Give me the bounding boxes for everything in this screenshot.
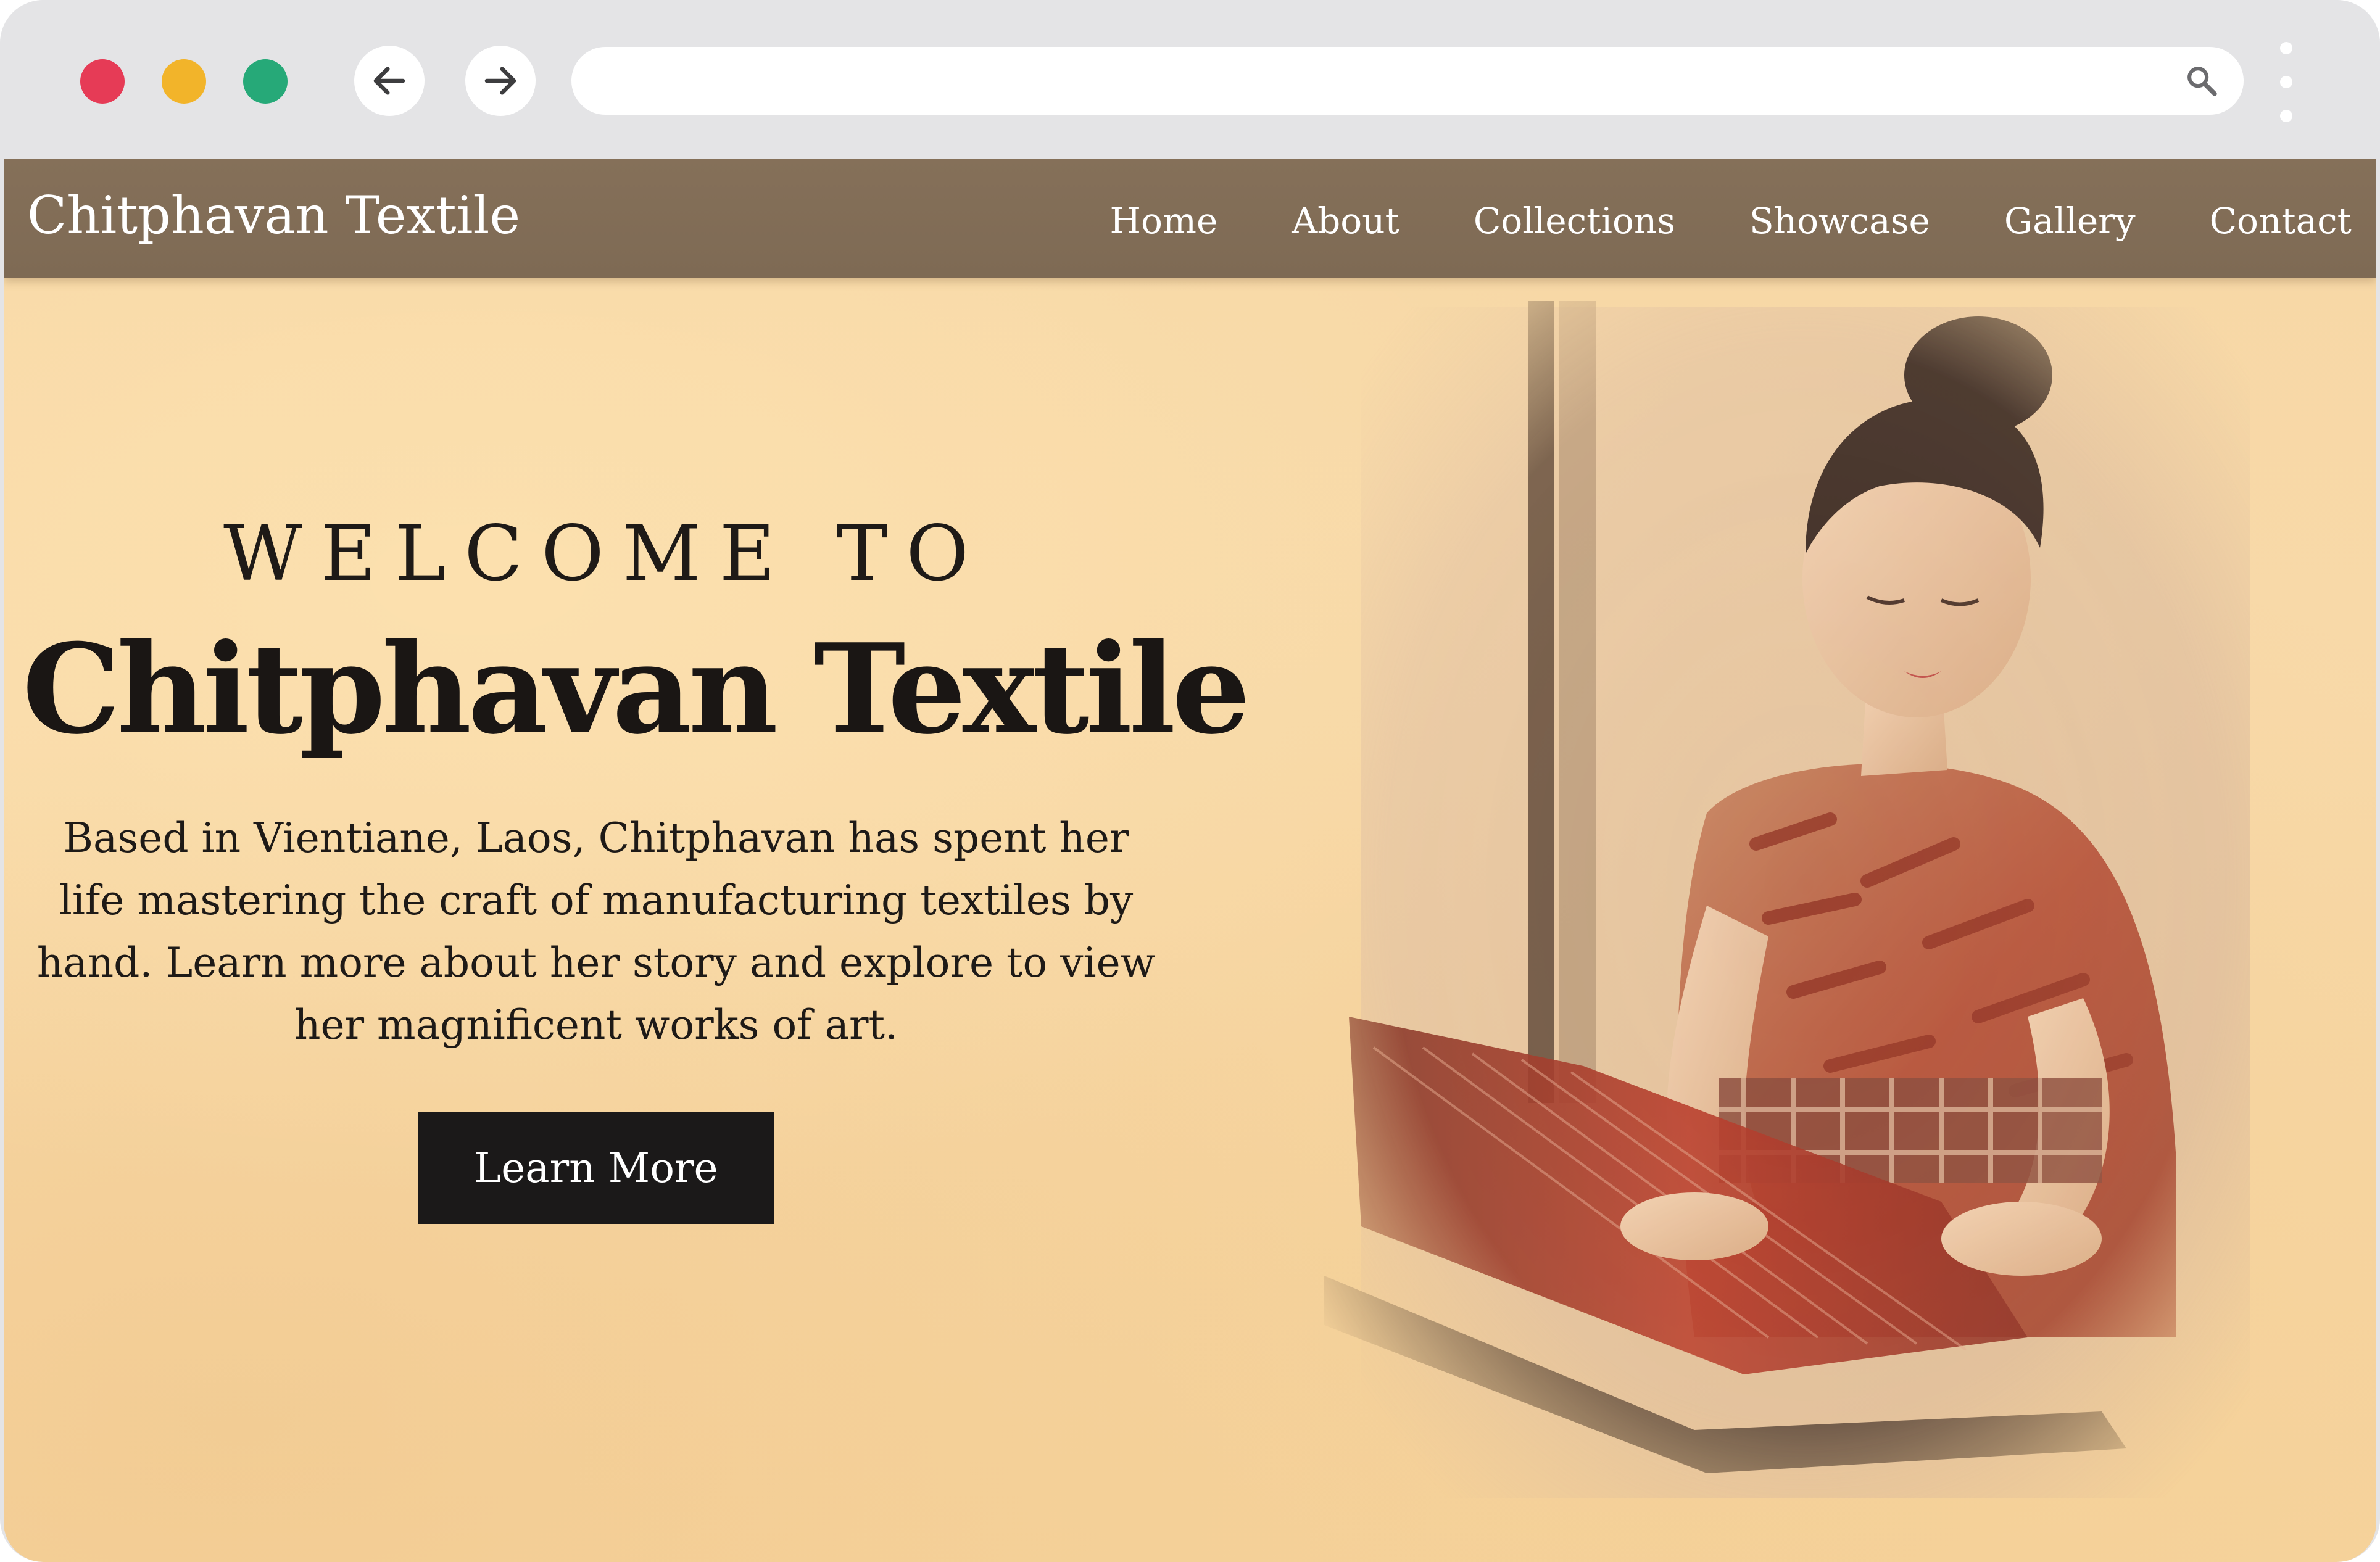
nav-collections[interactable]: Collections (1474, 196, 1675, 246)
nav-about[interactable]: About (1292, 196, 1399, 246)
hero-text: WELCOME TO Chitphavan Textile Based in V… (22, 505, 1251, 1224)
back-button[interactable] (354, 46, 425, 116)
kebab-menu-icon[interactable] (2277, 42, 2295, 122)
browser-toolbar (0, 0, 2380, 159)
page-viewport: Chitphavan Textile Home About Collection… (4, 159, 2376, 1562)
learn-more-button[interactable]: Learn More (418, 1112, 774, 1224)
nav-home[interactable]: Home (1109, 196, 1217, 246)
hero-title: Chitphavan Textile (22, 617, 1251, 762)
nav-contact[interactable]: Contact (2210, 196, 2352, 246)
arrow-left-icon (373, 67, 405, 95)
hero-description: Based in Vientiane, Laos, Chitphavan has… (36, 814, 1156, 1049)
close-window-button[interactable] (80, 59, 125, 104)
main-nav: Home About Collections Showcase Gallery … (1109, 196, 2352, 246)
forward-button[interactable] (465, 46, 536, 116)
minimize-window-button[interactable] (162, 59, 206, 104)
hero-welcome: WELCOME TO (223, 510, 988, 598)
browser-window: Chitphavan Textile Home About Collection… (0, 0, 2380, 1562)
address-bar[interactable] (571, 47, 2244, 115)
maximize-window-button[interactable] (243, 59, 288, 104)
nav-showcase[interactable]: Showcase (1749, 196, 1930, 246)
nav-gallery[interactable]: Gallery (2004, 196, 2136, 246)
search-icon[interactable] (2184, 64, 2219, 98)
arrow-right-icon (484, 67, 516, 95)
weaver-illustration (1324, 301, 2250, 1498)
site-header: Chitphavan Textile Home About Collection… (4, 159, 2376, 278)
site-brand[interactable]: Chitphavan Textile (27, 185, 520, 246)
